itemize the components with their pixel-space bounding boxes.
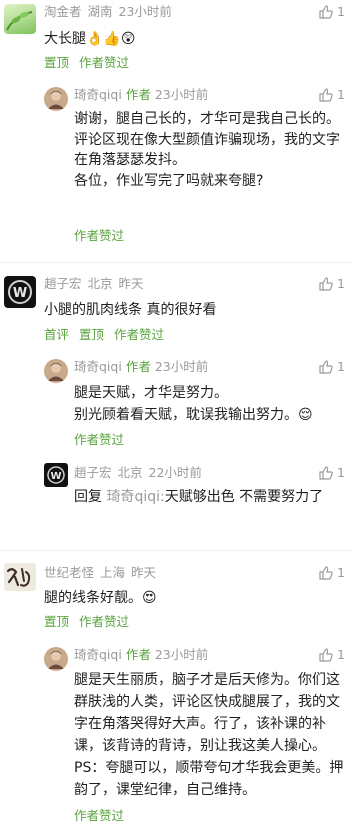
author-avatar-icon xyxy=(48,363,64,381)
like-button[interactable]: 1 xyxy=(318,276,345,292)
reply-text: 谢谢，腿自己长的，才华可是我自己长的。 评论区现在像大型颜值诈骗现场，我的文字在… xyxy=(74,111,340,189)
comment-text: 大长腿👌👍😲 xyxy=(44,31,136,47)
username[interactable]: 琦奇qiqi xyxy=(74,647,122,662)
comment-actions: 置顶 作者赞过 xyxy=(44,614,129,630)
thumbs-up-icon xyxy=(319,88,333,102)
first-comment-badge: 首评 xyxy=(44,327,70,342)
avatar[interactable] xyxy=(44,359,68,383)
like-count: 1 xyxy=(337,87,345,102)
username[interactable]: 淘金者 xyxy=(44,4,82,19)
reply-content: 天赋够出色 不需要努力了 xyxy=(164,489,324,505)
like-button[interactable]: 1 xyxy=(318,4,345,20)
author-badge: 作者 xyxy=(125,647,151,662)
divider xyxy=(0,262,351,263)
like-button[interactable]: 1 xyxy=(318,465,345,481)
location: 湖南 xyxy=(87,4,113,19)
like-button[interactable]: 1 xyxy=(318,647,345,663)
thumbs-up-icon xyxy=(319,277,333,291)
author-liked-badge: 作者赞过 xyxy=(74,228,125,243)
comment-actions: 置顶 作者赞过 xyxy=(44,55,129,71)
author-badge: 作者 xyxy=(125,87,151,102)
thumbs-up-icon xyxy=(319,360,333,374)
timestamp: 23小时前 xyxy=(118,4,172,19)
reply-meta: 琦奇qiqi 作者 23小时前 xyxy=(74,647,208,663)
timestamp: 23小时前 xyxy=(154,647,209,662)
calligraphy-avatar-icon xyxy=(6,568,31,587)
username[interactable]: 琦奇qiqi xyxy=(74,359,122,374)
avatar[interactable] xyxy=(44,87,68,111)
username[interactable]: 琦奇qiqi xyxy=(74,87,122,102)
reply-meta: 琦奇qiqi 作者 23小时前 xyxy=(74,359,208,375)
like-count: 1 xyxy=(337,565,345,580)
divider xyxy=(0,550,351,551)
like-count: 1 xyxy=(337,359,345,374)
reply-meta: 趙子宏 北京 22小时前 xyxy=(74,465,202,481)
svg-text:W: W xyxy=(13,286,27,301)
avatar[interactable]: W xyxy=(44,463,68,487)
timestamp: 23小时前 xyxy=(154,87,209,102)
username[interactable]: 趙子宏 xyxy=(74,465,112,480)
thumbs-up-icon xyxy=(319,466,333,480)
username[interactable]: 世纪老怪 xyxy=(44,565,94,580)
timestamp: 昨天 xyxy=(131,565,157,580)
w-logo-avatar-icon: W xyxy=(47,466,65,484)
comment-text: 腿的线条好靓。😍 xyxy=(44,590,157,606)
reply-actions: 作者赞过 xyxy=(74,432,124,448)
like-count: 1 xyxy=(337,465,345,480)
author-liked-badge: 作者赞过 xyxy=(79,614,130,629)
timestamp: 昨天 xyxy=(118,276,144,291)
avatar[interactable] xyxy=(44,647,68,671)
avatar[interactable]: W xyxy=(4,276,36,308)
thumbs-up-icon xyxy=(319,566,333,580)
reply-text: 回复 琦奇qiqi:天赋够出色 不需要努力了 xyxy=(74,487,346,507)
comment-meta: 淘金者 湖南 23小时前 xyxy=(44,4,172,20)
reply-actions: 作者赞过 xyxy=(74,228,124,244)
reply-text: 腿是天赋，才华是努力。 别光顾着看天赋，耽误我输出努力。😌 xyxy=(74,385,313,423)
author-avatar-icon xyxy=(48,651,64,669)
author-liked-badge: 作者赞过 xyxy=(79,55,130,70)
svg-text:W: W xyxy=(50,471,61,482)
pin-action[interactable]: 置顶 xyxy=(44,614,69,630)
location: 北京 xyxy=(87,276,113,291)
comment-text: 小腿的肌肉线条 真的很好看 xyxy=(44,302,217,318)
author-liked-badge: 作者赞过 xyxy=(114,327,165,342)
w-logo-avatar-icon: W xyxy=(8,280,32,304)
pin-action[interactable]: 置顶 xyxy=(44,55,69,71)
like-count: 1 xyxy=(337,647,345,662)
thumbs-up-icon xyxy=(319,5,333,19)
reply-prefix: 回复 xyxy=(74,489,102,505)
like-count: 1 xyxy=(337,4,345,19)
reply-to-username[interactable]: 琦奇qiqi: xyxy=(106,489,164,505)
comment-actions: 首评 置顶 作者赞过 xyxy=(44,327,164,343)
comment-meta: 世纪老怪 上海 昨天 xyxy=(44,565,156,581)
like-button[interactable]: 1 xyxy=(318,565,345,581)
location: 上海 xyxy=(100,565,126,580)
location: 北京 xyxy=(117,465,143,480)
author-liked-badge: 作者赞过 xyxy=(74,808,125,823)
timestamp: 23小时前 xyxy=(154,359,209,374)
author-badge: 作者 xyxy=(125,359,151,374)
avatar[interactable] xyxy=(4,4,36,34)
like-count: 1 xyxy=(337,276,345,291)
leaf-avatar-icon xyxy=(6,11,33,31)
pin-action[interactable]: 置顶 xyxy=(79,327,104,343)
reply-actions: 作者赞过 xyxy=(74,808,124,824)
thumbs-up-icon xyxy=(319,648,333,662)
reply-meta: 琦奇qiqi 作者 23小时前 xyxy=(74,87,208,103)
author-avatar-icon xyxy=(48,91,64,109)
like-button[interactable]: 1 xyxy=(318,87,345,103)
like-button[interactable]: 1 xyxy=(318,359,345,375)
author-liked-badge: 作者赞过 xyxy=(74,432,125,447)
timestamp: 22小时前 xyxy=(148,465,202,480)
reply-text: 腿是天生丽质，脑子才是后天修为。你们这群肤浅的人类，评论区快成腿展了，我的文字在… xyxy=(74,672,344,798)
comment-meta: 趙子宏 北京 昨天 xyxy=(44,276,144,292)
username[interactable]: 趙子宏 xyxy=(44,276,82,291)
avatar[interactable] xyxy=(4,563,36,591)
